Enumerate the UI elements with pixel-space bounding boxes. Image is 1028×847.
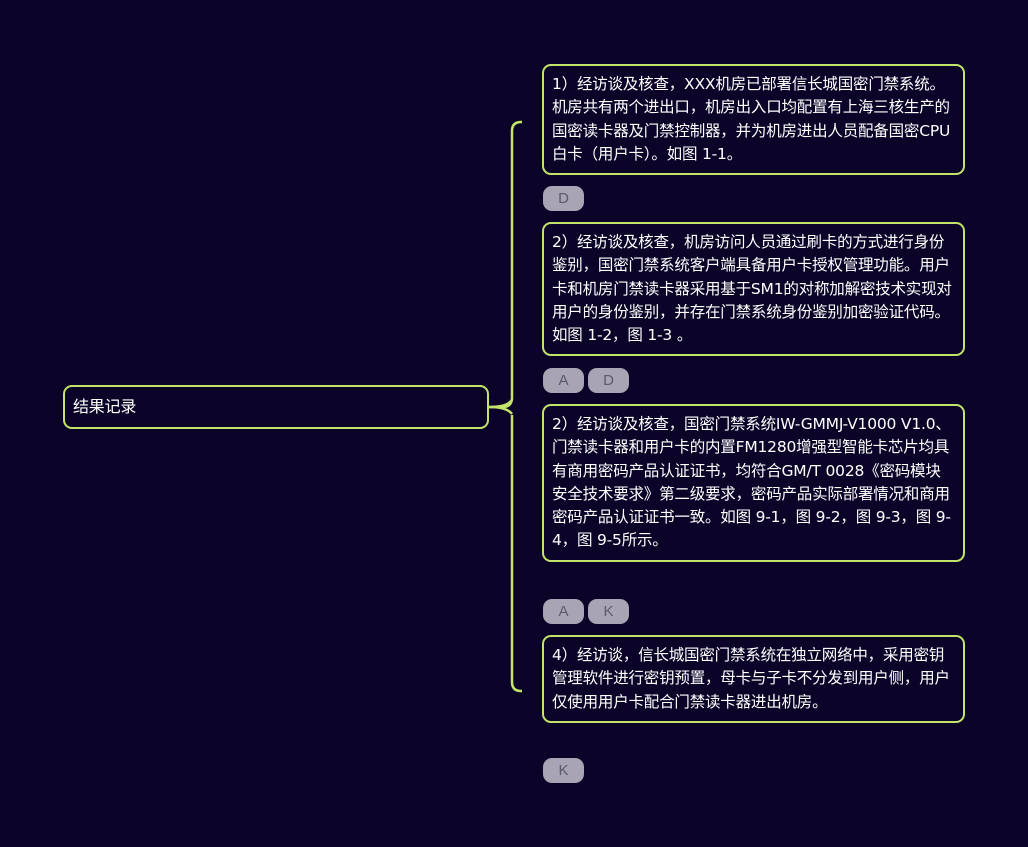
tag-badge[interactable]: K bbox=[588, 599, 629, 624]
root-node-label: 结果记录 bbox=[73, 397, 137, 416]
tag-badge[interactable]: A bbox=[543, 368, 584, 393]
child-node-text: 2）经访谈及核查，国密门禁系统IW-GMMJ-V1000 V1.0、门禁读卡器和… bbox=[552, 415, 951, 550]
tag-group-4: K bbox=[543, 758, 584, 783]
child-node-3[interactable]: 2）经访谈及核查，国密门禁系统IW-GMMJ-V1000 V1.0、门禁读卡器和… bbox=[542, 404, 965, 562]
child-node-text: 1）经访谈及核查，XXX机房已部署信长城国密门禁系统。机房共有两个进出口，机房出… bbox=[552, 75, 951, 163]
tag-group-3: A K bbox=[543, 599, 629, 624]
tag-group-2: A D bbox=[543, 368, 629, 393]
tag-badge[interactable]: D bbox=[588, 368, 629, 393]
child-node-text: 2）经访谈及核查，机房访问人员通过刷卡的方式进行身份鉴别，国密门禁系统客户端具备… bbox=[552, 233, 952, 345]
tag-badge[interactable]: K bbox=[543, 758, 584, 783]
tag-badge[interactable]: D bbox=[543, 186, 584, 211]
connector-root-stub bbox=[488, 399, 514, 415]
child-node-1[interactable]: 1）经访谈及核查，XXX机房已部署信长城国密门禁系统。机房共有两个进出口，机房出… bbox=[542, 64, 965, 176]
child-node-4[interactable]: 4）经访谈，信长城国密门禁系统在独立网络中，采用密钥管理软件进行密钥预置，母卡与… bbox=[542, 635, 965, 723]
tag-group-1: D bbox=[543, 186, 584, 211]
connector-brace bbox=[489, 120, 522, 409]
tag-badge[interactable]: A bbox=[543, 599, 584, 624]
root-node[interactable]: 结果记录 bbox=[63, 385, 489, 429]
mind-map-canvas: 结果记录 1）经访谈及核查，XXX机房已部署信长城国密门禁系统。机房共有两个进出… bbox=[0, 0, 1028, 847]
child-node-text: 4）经访谈，信长城国密门禁系统在独立网络中，采用密钥管理软件进行密钥预置，母卡与… bbox=[552, 646, 950, 711]
connector-brace-lower bbox=[510, 415, 522, 693]
child-node-2[interactable]: 2）经访谈及核查，机房访问人员通过刷卡的方式进行身份鉴别，国密门禁系统客户端具备… bbox=[542, 222, 965, 357]
